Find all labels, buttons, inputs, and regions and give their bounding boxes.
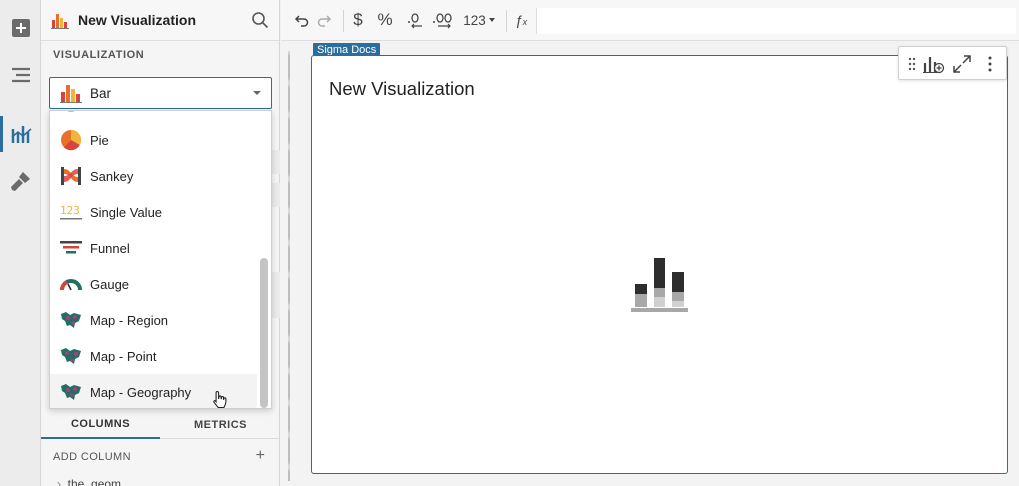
hand-cursor-icon <box>213 390 227 408</box>
decrease-decimal-icon <box>408 13 422 29</box>
search-button[interactable] <box>251 11 269 32</box>
chevron-down-icon <box>253 91 261 95</box>
selected-type-label: Bar <box>90 85 112 101</box>
list-item-label: Pie <box>90 132 109 148</box>
list-item-gauge[interactable]: Gauge <box>50 266 257 302</box>
dropdown-scrollbar[interactable] <box>260 258 268 408</box>
list-item-label: Gauge <box>90 276 130 292</box>
gauge-icon <box>60 273 82 295</box>
percent-icon: % <box>377 10 393 29</box>
card-toolbar <box>898 46 1007 80</box>
drag-handle[interactable] <box>901 53 923 75</box>
list-item-funnel[interactable]: Funnel <box>50 230 257 266</box>
map-point-icon <box>60 345 82 367</box>
increase-decimal-icon <box>433 13 452 29</box>
add-column-button[interactable]: + <box>256 447 265 465</box>
visualization-type-select[interactable]: Bar <box>49 77 272 109</box>
fx-icon: ƒx <box>514 12 528 28</box>
search-icon <box>252 12 269 29</box>
redo-button[interactable] <box>315 9 335 31</box>
column-item-label: the_geom <box>67 477 122 486</box>
single-value-icon: 123 <box>60 201 82 223</box>
chart-properties-icon <box>11 126 32 143</box>
undo-icon <box>294 15 309 27</box>
list-item-label: Sankey <box>90 168 134 184</box>
list-item-label: Single Value <box>90 204 163 220</box>
add-chart-button[interactable] <box>923 53 945 75</box>
plus-icon <box>11 19 30 37</box>
format-button[interactable] <box>0 163 41 199</box>
panel-tabs: COLUMNS METRICS <box>41 410 280 439</box>
chevron-down-icon <box>488 18 495 22</box>
increase-decimal-button[interactable] <box>431 9 455 31</box>
list-item-clipped[interactable] <box>50 111 257 120</box>
grid-dots <box>288 51 290 481</box>
map-geography-icon <box>60 381 82 403</box>
add-element-button[interactable] <box>0 10 41 46</box>
panel-header: New Visualization <box>41 0 279 41</box>
bar-chart-icon <box>51 14 69 29</box>
percent-format-button[interactable]: % <box>374 9 396 31</box>
add-chart-icon <box>923 57 945 74</box>
bar-chart-icon <box>60 85 82 103</box>
visualization-type-dropdown: Pie Sankey 123 Single Value Funnel Gauge… <box>49 110 272 409</box>
toolbar-divider <box>343 10 344 32</box>
drag-handle-icon <box>908 57 916 71</box>
list-item-label: Map - Region <box>90 312 169 328</box>
tab-metrics[interactable]: METRICS <box>161 410 280 439</box>
panel-title: New Visualization <box>78 12 196 28</box>
list-item-label: Funnel <box>90 240 130 256</box>
redo-icon <box>317 15 332 27</box>
add-column-label: ADD COLUMN <box>53 451 131 463</box>
empty-chart-placeholder-icon <box>631 258 688 312</box>
expand-icon <box>953 55 971 73</box>
list-item-sankey[interactable]: Sankey <box>50 158 257 194</box>
undo-button[interactable] <box>291 9 311 31</box>
workbook-canvas: Sigma Docs New Visualization <box>281 41 1019 486</box>
formula-button[interactable]: ƒx <box>511 9 531 31</box>
tab-columns[interactable]: COLUMNS <box>41 410 160 439</box>
visualization-card[interactable]: New Visualization <box>311 46 1008 474</box>
sankey-icon <box>60 165 82 187</box>
number-format-dropdown[interactable]: 123 <box>461 9 497 31</box>
decrease-decimal-button[interactable] <box>405 9 425 31</box>
visualization-section-label: VISUALIZATION <box>53 49 145 61</box>
list-item-label: Map - Geography <box>90 384 192 400</box>
list-item-map-point[interactable]: Map - Point <box>50 338 257 374</box>
list-item-pie[interactable]: Pie <box>50 122 257 158</box>
funnel-icon <box>60 237 82 259</box>
toolbar: $ % 123 ƒx <box>281 0 1019 41</box>
toolbar-divider <box>506 10 507 32</box>
chevron-right-icon: › <box>57 477 68 486</box>
svg-text:123: 123 <box>60 204 80 217</box>
card-title: New Visualization <box>329 78 475 99</box>
number-format-label: 123 <box>463 12 486 28</box>
visualization-properties-button[interactable] <box>0 116 41 152</box>
list-item-single-value[interactable]: 123 Single Value <box>50 194 257 230</box>
column-item[interactable]: › the_geom <box>57 477 121 486</box>
list-item-map-region[interactable]: Map - Region <box>50 302 257 338</box>
clipped-chart-icon <box>60 111 82 120</box>
paintbrush-icon <box>10 172 30 191</box>
more-options-button[interactable] <box>979 53 1001 75</box>
dollar-icon: $ <box>353 10 363 29</box>
currency-format-button[interactable]: $ <box>349 9 367 31</box>
list-icon <box>11 67 30 83</box>
expand-button[interactable] <box>951 53 973 75</box>
outline-button[interactable] <box>0 57 41 93</box>
more-vertical-icon <box>988 56 992 72</box>
map-region-icon <box>60 309 82 331</box>
pie-chart-icon <box>60 129 82 151</box>
formula-input[interactable] <box>536 8 1016 34</box>
list-item-label: Map - Point <box>90 348 157 364</box>
left-rail <box>0 0 41 486</box>
